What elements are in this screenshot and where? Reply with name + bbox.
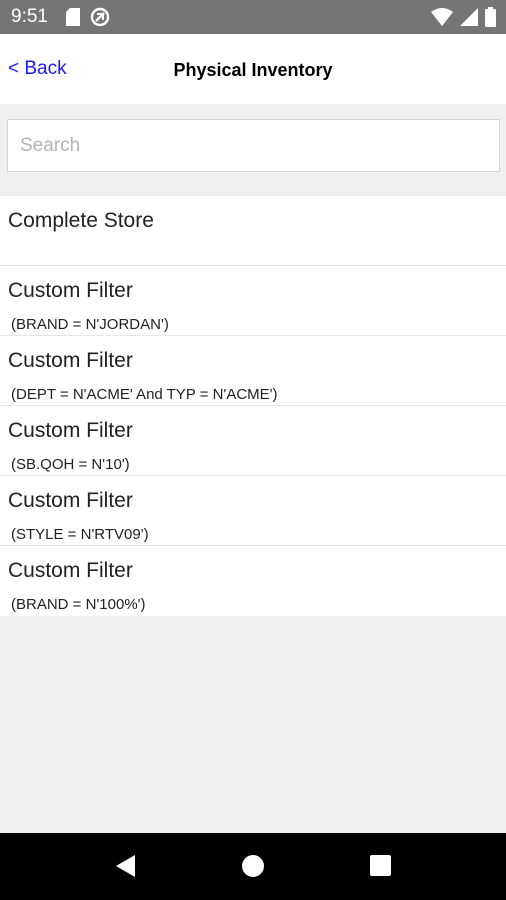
list-item-title: Custom Filter — [8, 279, 133, 302]
status-time: 9:51 — [11, 6, 48, 27]
wifi-icon — [431, 8, 453, 26]
battery-icon — [485, 7, 496, 27]
list-item-custom-filter[interactable]: Custom Filter (SB.QOH = N'10') — [0, 406, 506, 476]
search-area — [0, 104, 506, 196]
list-item-filter-expression: (SB.QOH = N'10') — [11, 456, 130, 473]
home-circle-icon[interactable] — [240, 853, 266, 879]
status-left-icons — [66, 7, 110, 27]
list-item-custom-filter[interactable]: Custom Filter (DEPT = N'ACME' And TYP = … — [0, 336, 506, 406]
status-bar: 9:51 — [0, 0, 506, 34]
list-item-complete-store[interactable]: Complete Store — [0, 196, 506, 266]
system-nav-bar — [0, 833, 506, 900]
data-saver-icon — [90, 7, 110, 27]
status-right-icons — [431, 7, 496, 27]
list-item-custom-filter[interactable]: Custom Filter (BRAND = N'JORDAN') — [0, 266, 506, 336]
list-item-filter-expression: (BRAND = N'100%') — [11, 596, 146, 613]
list-item-custom-filter[interactable]: Custom Filter (BRAND = N'100%') — [0, 546, 506, 616]
list-item-filter-expression: (STYLE = N'RTV09') — [11, 526, 149, 543]
recents-square-icon[interactable] — [368, 853, 394, 879]
app-header: < Back Physical Inventory — [0, 34, 506, 104]
list-item-title: Complete Store — [8, 209, 154, 232]
sd-card-icon — [66, 8, 80, 26]
list-item-filter-expression: (BRAND = N'JORDAN') — [11, 316, 169, 333]
list-item-title: Custom Filter — [8, 559, 133, 582]
list-item-filter-expression: (DEPT = N'ACME' And TYP = N'ACME') — [11, 386, 278, 403]
filter-list: Complete Store Custom Filter (BRAND = N'… — [0, 196, 506, 616]
list-item-custom-filter[interactable]: Custom Filter (STYLE = N'RTV09') — [0, 476, 506, 546]
list-item-title: Custom Filter — [8, 489, 133, 512]
back-triangle-icon[interactable] — [113, 853, 139, 879]
list-item-title: Custom Filter — [8, 419, 133, 442]
search-input[interactable] — [7, 119, 500, 172]
cell-signal-icon — [460, 8, 478, 26]
list-item-title: Custom Filter — [8, 349, 133, 372]
page-title: Physical Inventory — [173, 60, 333, 80]
